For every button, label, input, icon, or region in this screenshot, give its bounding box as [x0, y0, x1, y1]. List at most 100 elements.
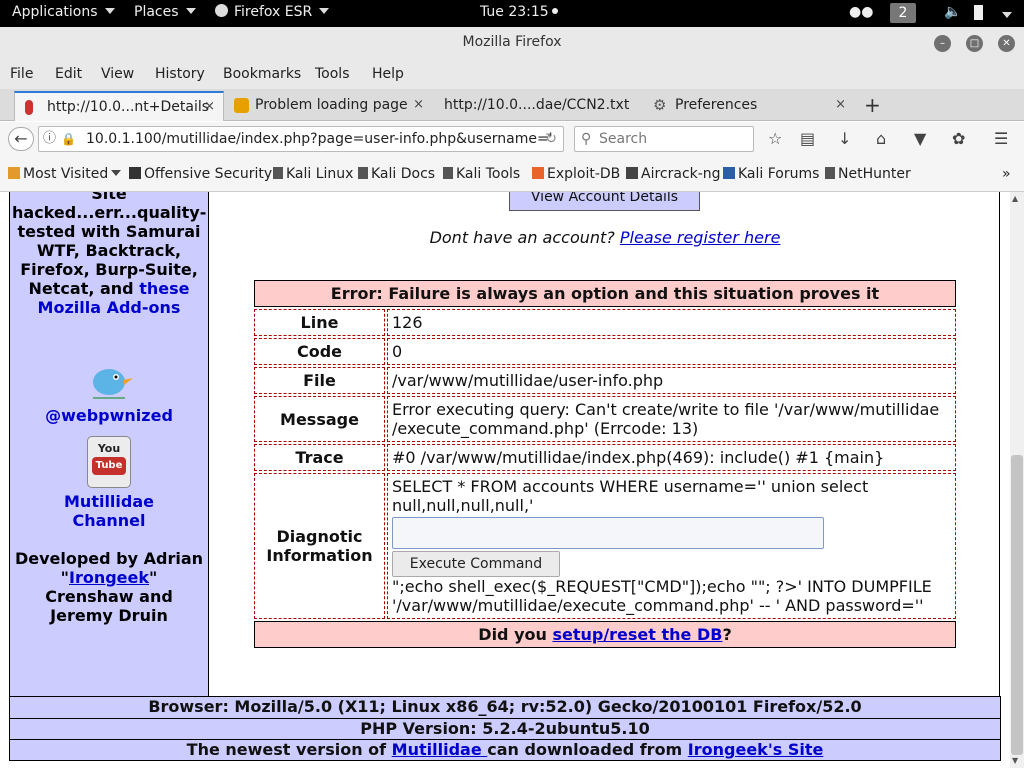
people-icon[interactable]: ●● — [849, 4, 873, 20]
tab-close-icon[interactable]: × — [413, 91, 424, 119]
kali-forums-icon — [723, 167, 735, 179]
bookmark-label: Offensive Security — [144, 166, 273, 182]
bookmark-label: Exploit-DB — [547, 166, 621, 182]
places-menu[interactable]: Places — [134, 4, 196, 20]
applications-menu[interactable]: Applications — [12, 4, 115, 20]
download-icon[interactable]: ↓ — [838, 130, 851, 148]
diagnostic-value: SELECT * FROM accounts WHERE username=''… — [387, 473, 956, 619]
menu-history[interactable]: History — [155, 66, 205, 82]
battery-icon[interactable] — [974, 5, 983, 24]
close-icon[interactable]: ✕ — [998, 35, 1015, 52]
irongeek-site-link[interactable]: Irongeek's Site — [688, 740, 824, 759]
command-input[interactable] — [392, 517, 824, 549]
chevron-down-icon — [319, 8, 330, 14]
scroll-up-icon[interactable]: ▲ — [1012, 194, 1018, 203]
clock[interactable]: Tue 23:15 — [480, 4, 558, 20]
bookmark-label: Kali Tools — [456, 166, 521, 182]
bookmark-kali-tools[interactable]: Kali Tools — [443, 166, 520, 182]
reading-list-icon[interactable]: ▤ — [800, 130, 815, 148]
tab-preferences[interactable]: ⚙ Preferences × — [646, 91, 854, 121]
tab-close-icon[interactable]: × — [204, 93, 215, 121]
system-menu-chevron-icon[interactable] — [995, 8, 1012, 24]
scroll-down-icon[interactable]: ▼ — [1012, 756, 1018, 765]
row-value: Error executing query: Can't create/writ… — [387, 396, 956, 442]
offsec-icon — [129, 167, 141, 179]
bookmark-label: Kali Forums — [738, 166, 820, 182]
no-account-label: Dont have an account? — [429, 228, 620, 247]
pocket-icon[interactable]: ▼ — [914, 130, 926, 148]
youtube-icon[interactable]: You Tube — [87, 436, 131, 488]
tab-ccn2[interactable]: http://10.0....dae/CCN2.txt — [434, 91, 644, 121]
twitter-link[interactable]: @webpwnized — [45, 406, 173, 425]
insecure-lock-icon[interactable]: 🔒 — [61, 127, 76, 151]
db-suffix: ? — [722, 625, 732, 644]
bookmarks-overflow-icon[interactable]: » — [1002, 166, 1011, 182]
extension-icon[interactable]: ✿ — [952, 130, 965, 148]
menu-help[interactable]: Help — [372, 66, 404, 82]
bookmark-label: Most Visited — [23, 166, 109, 182]
bookmark-exploit-db[interactable]: Exploit-DB — [532, 166, 620, 182]
navigation-toolbar: ← ⓘ 🔒 10.0.1.100/mutillidae/index.php?pa… — [0, 122, 1024, 156]
bookmark-kali-forums[interactable]: Kali Forums — [723, 166, 819, 182]
menu-tools[interactable]: Tools — [315, 66, 350, 82]
sidebar-site-text: Site — [91, 192, 127, 203]
bookmark-kali-docs[interactable]: Kali Docs — [358, 166, 435, 182]
tab-user-info[interactable]: http://10.0...nt+Details × — [14, 91, 224, 121]
hamburger-menu-icon[interactable]: ☰ — [994, 130, 1008, 148]
mutillidae-link[interactable]: Mutillidae — [392, 740, 488, 759]
reload-icon[interactable]: ↻ — [545, 127, 557, 151]
menu-edit[interactable]: Edit — [55, 66, 82, 82]
new-tab-button[interactable]: + — [864, 91, 881, 121]
row-label: Trace — [254, 444, 385, 471]
url-bar[interactable]: ⓘ 🔒 10.0.1.100/mutillidae/index.php?page… — [38, 126, 564, 152]
volume-icon[interactable]: 🔈 — [944, 4, 961, 20]
table-row: Trace #0 /var/www/mutillidae/index.php(4… — [254, 444, 956, 471]
maximize-icon[interactable]: □ — [966, 35, 983, 52]
bookmark-label: NetHunter — [838, 166, 911, 182]
menu-bookmarks[interactable]: Bookmarks — [223, 66, 301, 82]
kali-dragon-icon — [443, 167, 453, 179]
bookmark-offensive-security[interactable]: Offensive Security — [129, 166, 272, 182]
vertical-scrollbar[interactable]: ▲ ▼ — [1010, 192, 1024, 768]
setup-reset-db-link[interactable]: setup/reset the DB — [552, 625, 722, 644]
row-value: /var/www/mutillidae/user-info.php — [387, 367, 956, 394]
table-row: File /var/www/mutillidae/user-info.php — [254, 367, 956, 394]
aircrack-icon — [626, 167, 638, 179]
thermometer-icon — [25, 100, 33, 115]
bookmark-most-visited[interactable]: Most Visited — [8, 166, 122, 182]
view-account-details-button[interactable]: View Account Details — [509, 192, 700, 211]
applications-label: Applications — [12, 4, 98, 20]
row-label: Code — [254, 338, 385, 365]
info-icon[interactable]: ⓘ — [43, 127, 56, 151]
no-account-text: Dont have an account? Please register he… — [210, 228, 1000, 247]
menu-file[interactable]: File — [10, 66, 33, 82]
twitter-icon[interactable] — [10, 364, 208, 406]
minimize-icon[interactable]: – — [934, 35, 951, 52]
tab-label: Problem loading page — [255, 97, 408, 113]
execute-command-button[interactable]: Execute Command — [392, 551, 560, 577]
setup-db-row: Did you setup/reset the DB? — [254, 621, 956, 648]
home-icon[interactable]: ⌂ — [876, 130, 886, 148]
bookmark-kali-linux[interactable]: Kali Linux — [273, 166, 353, 182]
row-value: #0 /var/www/mutillidae/index.php(469): i… — [387, 444, 956, 471]
tab-close-icon[interactable]: × — [835, 91, 846, 119]
firefox-app-menu[interactable]: Firefox ESR — [215, 4, 330, 20]
irongeek-link[interactable]: Irongeek — [69, 568, 149, 587]
browser-info: Browser: Mozilla/5.0 (X11; Linux x86_64;… — [10, 697, 1000, 718]
back-arrow-icon[interactable]: ← — [8, 127, 34, 151]
menu-view[interactable]: View — [101, 66, 134, 82]
mutillidae-channel-link[interactable]: Mutillidae Channel — [64, 492, 154, 530]
register-link[interactable]: Please register here — [620, 228, 781, 247]
newest-prefix: The newest version of — [186, 740, 392, 759]
scrollbar-thumb[interactable] — [1011, 455, 1023, 755]
youtube-logo-text: Tube — [92, 457, 126, 475]
star-bookmark-icon[interactable]: ☆ — [768, 130, 782, 148]
db-prefix: Did you — [478, 625, 553, 644]
tab-problem-loading[interactable]: Problem loading page × — [226, 91, 432, 121]
bookmark-nethunter[interactable]: NetHunter — [825, 166, 911, 182]
workspace-indicator[interactable]: 2 — [890, 3, 916, 23]
search-box[interactable]: ⚲ Search — [574, 126, 754, 152]
bookmark-aircrack-ng[interactable]: Aircrack-ng — [626, 166, 721, 182]
kali-dragon-icon — [273, 167, 283, 179]
search-icon: ⚲ — [581, 131, 592, 147]
